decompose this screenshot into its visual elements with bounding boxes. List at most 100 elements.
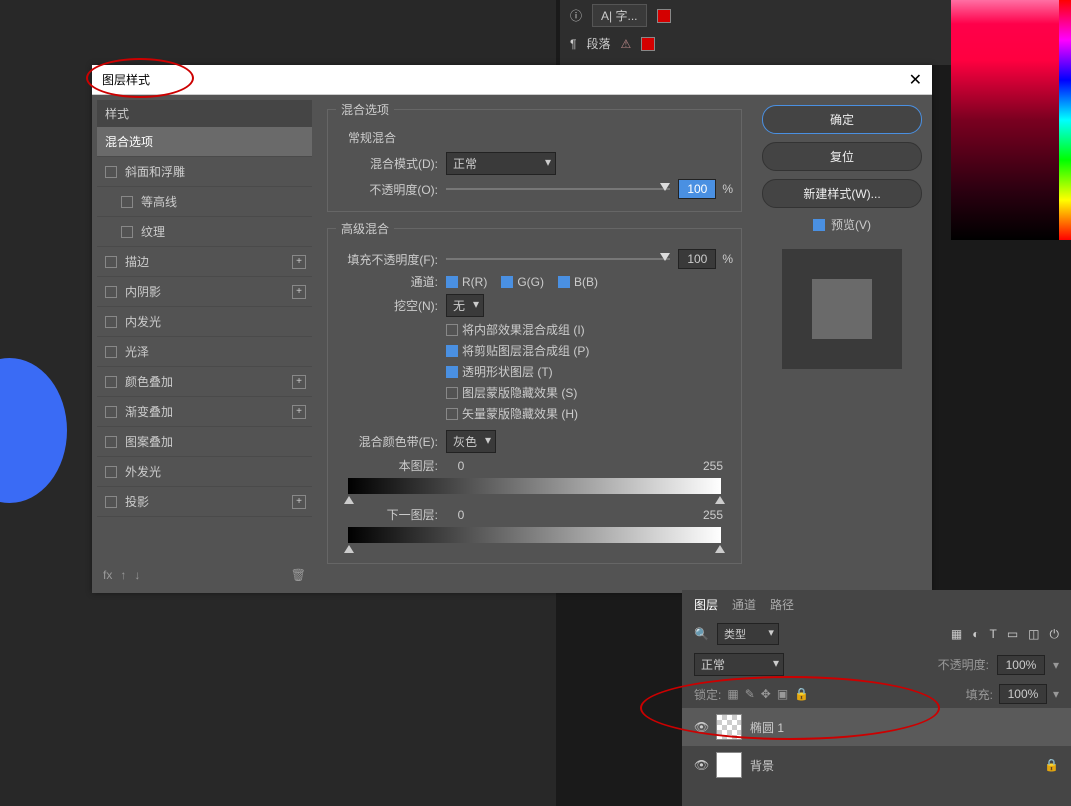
layer-thumbnail[interactable] bbox=[716, 714, 742, 740]
fill-opacity-input[interactable]: 100 bbox=[678, 249, 716, 269]
lock-all-icon[interactable]: 🔒 bbox=[794, 687, 809, 701]
style-checkbox[interactable] bbox=[105, 436, 117, 448]
style-item[interactable]: 光泽 bbox=[97, 337, 312, 367]
new-style-button[interactable]: 新建样式(W)... bbox=[762, 179, 922, 208]
style-checkbox[interactable] bbox=[105, 496, 117, 508]
style-checkbox[interactable] bbox=[105, 316, 117, 328]
style-item[interactable]: 斜面和浮雕 bbox=[97, 157, 312, 187]
style-item[interactable]: 渐变叠加+ bbox=[97, 397, 312, 427]
style-item[interactable]: 图案叠加 bbox=[97, 427, 312, 457]
opacity-input[interactable]: 100 bbox=[678, 179, 716, 199]
blend-clipped-checkbox[interactable] bbox=[446, 345, 458, 357]
style-item[interactable]: 纹理 bbox=[97, 217, 312, 247]
foreground-swatch[interactable] bbox=[657, 9, 671, 23]
preview-checkbox[interactable] bbox=[813, 219, 825, 231]
style-item[interactable]: 内发光 bbox=[97, 307, 312, 337]
blend-interior-checkbox[interactable] bbox=[446, 324, 458, 336]
transparency-shapes-checkbox[interactable] bbox=[446, 366, 458, 378]
preview-label: 预览(V) bbox=[831, 216, 871, 233]
layer-style-dialog: 图层样式 ✕ 样式 混合选项斜面和浮雕等高线纹理描边+内阴影+内发光光泽颜色叠加… bbox=[92, 65, 932, 593]
style-checkbox[interactable] bbox=[105, 376, 117, 388]
style-checkbox[interactable] bbox=[105, 466, 117, 478]
tab-paths[interactable]: 路径 bbox=[770, 596, 794, 613]
layer-row-background[interactable]: 👁 背景 🔒 bbox=[682, 746, 1071, 784]
channel-r-checkbox[interactable] bbox=[446, 276, 458, 288]
style-item-label: 外发光 bbox=[125, 463, 161, 480]
style-checkbox[interactable] bbox=[121, 226, 133, 238]
add-effect-icon[interactable]: + bbox=[292, 255, 306, 269]
dialog-buttons: 确定 复位 新建样式(W)... 预览(V) bbox=[752, 95, 932, 593]
filter-smart-icon[interactable]: ◫ bbox=[1028, 627, 1039, 642]
filter-adjust-icon[interactable]: ◐ bbox=[972, 627, 979, 642]
paragraph-icon[interactable]: ¶ bbox=[570, 37, 576, 51]
lock-artboard-icon[interactable]: ▣ bbox=[777, 687, 788, 701]
paragraph-label[interactable]: 段落 bbox=[586, 35, 610, 52]
layer-thumbnail[interactable] bbox=[716, 752, 742, 778]
chevron-down-icon[interactable]: ▾ bbox=[1053, 658, 1059, 672]
style-checkbox[interactable] bbox=[105, 286, 117, 298]
opacity-slider[interactable] bbox=[446, 188, 670, 190]
vector-mask-hides-checkbox[interactable] bbox=[446, 408, 458, 420]
ok-button[interactable]: 确定 bbox=[762, 105, 922, 134]
filter-toggle-icon[interactable]: ⏻ bbox=[1050, 627, 1060, 642]
knockout-select[interactable]: 无 bbox=[446, 294, 484, 317]
lock-position-icon[interactable]: ✥ bbox=[761, 687, 771, 701]
layer-opacity-input[interactable]: 100% bbox=[997, 655, 1045, 675]
tab-channels[interactable]: 通道 bbox=[732, 596, 756, 613]
layer-mode-select[interactable]: 正常 bbox=[694, 653, 784, 676]
reset-button[interactable]: 复位 bbox=[762, 142, 922, 171]
add-effect-icon[interactable]: + bbox=[292, 495, 306, 509]
fx-icon[interactable]: fx bbox=[103, 568, 112, 582]
down-arrow-icon[interactable]: ↓ bbox=[134, 568, 140, 582]
trash-icon[interactable]: 🗑 bbox=[291, 568, 306, 582]
style-item[interactable]: 颜色叠加+ bbox=[97, 367, 312, 397]
fill-opacity-slider[interactable] bbox=[446, 258, 670, 260]
lock-brush-icon[interactable]: ✎ bbox=[745, 687, 755, 701]
add-effect-icon[interactable]: + bbox=[292, 285, 306, 299]
style-item[interactable]: 外发光 bbox=[97, 457, 312, 487]
up-arrow-icon[interactable]: ↑ bbox=[120, 568, 126, 582]
add-effect-icon[interactable]: + bbox=[292, 405, 306, 419]
filter-type-icon[interactable]: T bbox=[989, 627, 996, 642]
style-checkbox[interactable] bbox=[105, 256, 117, 268]
layer-name[interactable]: 背景 bbox=[750, 757, 774, 774]
filter-pixel-icon[interactable]: ▦ bbox=[951, 627, 962, 642]
layer-row-ellipse[interactable]: 👁 椭圆 1 bbox=[682, 708, 1071, 746]
style-checkbox[interactable] bbox=[105, 346, 117, 358]
character-panel-button[interactable]: A| 字... bbox=[592, 4, 646, 27]
style-item-label: 内发光 bbox=[125, 313, 161, 330]
color-picker[interactable] bbox=[951, 0, 1071, 240]
under-layer-slider[interactable] bbox=[348, 527, 721, 543]
blend-if-select[interactable]: 灰色 bbox=[446, 430, 496, 453]
blend-mode-select[interactable]: 正常 bbox=[446, 152, 556, 175]
style-item[interactable]: 内阴影+ bbox=[97, 277, 312, 307]
style-item[interactable]: 混合选项 bbox=[97, 127, 312, 157]
layer-name[interactable]: 椭圆 1 bbox=[750, 719, 784, 736]
filter-type-select[interactable]: 类型 bbox=[717, 623, 779, 645]
style-item[interactable]: 投影+ bbox=[97, 487, 312, 517]
channel-b-checkbox[interactable] bbox=[558, 276, 570, 288]
style-item[interactable]: 描边+ bbox=[97, 247, 312, 277]
filter-shape-icon[interactable]: ▭ bbox=[1007, 627, 1018, 642]
visibility-toggle[interactable]: 👁 bbox=[694, 720, 708, 734]
visibility-toggle[interactable]: 👁 bbox=[694, 758, 708, 772]
close-button[interactable]: ✕ bbox=[909, 70, 922, 90]
channel-g-checkbox[interactable] bbox=[501, 276, 513, 288]
tab-layers[interactable]: 图层 bbox=[694, 596, 718, 613]
search-icon[interactable]: 🔍 bbox=[694, 627, 709, 641]
style-checkbox[interactable] bbox=[121, 196, 133, 208]
style-item[interactable]: 等高线 bbox=[97, 187, 312, 217]
info-icon[interactable]: ⓘ bbox=[570, 7, 582, 24]
this-layer-slider[interactable] bbox=[348, 478, 721, 494]
chevron-down-icon[interactable]: ▾ bbox=[1053, 687, 1059, 701]
style-checkbox[interactable] bbox=[105, 406, 117, 418]
dialog-titlebar[interactable]: 图层样式 ✕ bbox=[92, 65, 932, 95]
hue-slider[interactable] bbox=[1059, 0, 1071, 240]
lock-pixels-icon[interactable]: ▦ bbox=[727, 687, 738, 701]
fill-input[interactable]: 100% bbox=[999, 684, 1047, 704]
fill-label: 填充: bbox=[966, 686, 993, 703]
layer-mask-hides-checkbox[interactable] bbox=[446, 387, 458, 399]
style-checkbox[interactable] bbox=[105, 166, 117, 178]
add-effect-icon[interactable]: + bbox=[292, 375, 306, 389]
swatch-2[interactable] bbox=[641, 37, 655, 51]
